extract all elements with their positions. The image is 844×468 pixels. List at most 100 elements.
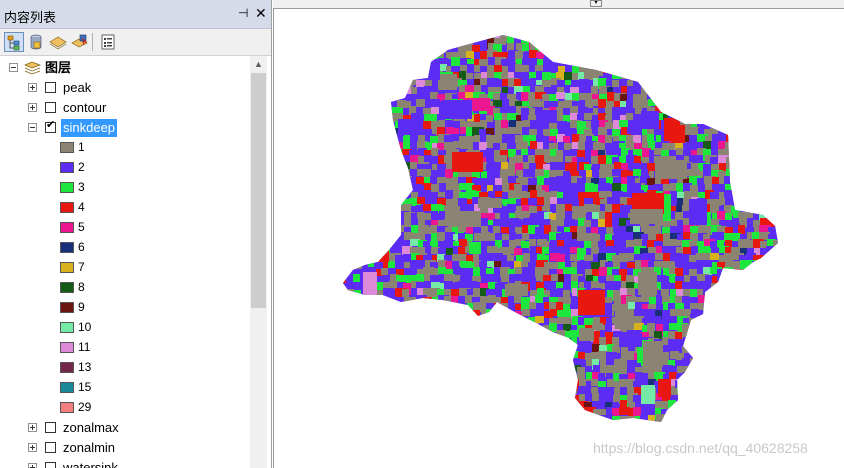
map-cell <box>376 351 386 361</box>
scroll-up-icon[interactable]: ▲ <box>250 56 267 73</box>
map-cell <box>564 72 572 81</box>
scroll-thumb[interactable] <box>251 73 266 308</box>
legend-item[interactable]: 2 <box>0 158 250 178</box>
map-cell <box>584 422 596 432</box>
list-by-visibility-button[interactable] <box>48 32 68 52</box>
legend-item[interactable]: 13 <box>0 358 250 378</box>
map-cell <box>760 317 770 325</box>
map-cell <box>368 421 378 422</box>
layer-row-zonalmax[interactable]: zonalmax <box>0 418 250 438</box>
list-by-selection-button[interactable] <box>70 32 90 52</box>
legend-label: 11 <box>78 340 91 354</box>
legend-item[interactable]: 7 <box>0 258 250 278</box>
expand-toggle-icon[interactable] <box>28 83 37 92</box>
map-cell <box>746 316 756 323</box>
map-cell <box>782 31 794 42</box>
map-cell <box>578 386 585 394</box>
map-cell <box>466 337 474 347</box>
legend-item[interactable]: 9 <box>0 298 250 318</box>
map-cell <box>343 191 352 203</box>
map-cell <box>439 423 448 430</box>
map-cell <box>768 106 777 113</box>
map-cell <box>726 36 736 47</box>
map-cell <box>502 387 514 394</box>
layer-row-peak[interactable]: peak <box>0 78 250 98</box>
map-cell <box>438 324 445 335</box>
legend-item[interactable]: 15 <box>0 378 250 398</box>
map-cell <box>388 352 400 360</box>
layer-name[interactable]: zonalmax <box>63 420 119 436</box>
map-cell <box>445 332 453 340</box>
map-cell <box>766 416 775 422</box>
layer-name[interactable]: contour <box>63 100 106 116</box>
layer-visibility-checkbox[interactable] <box>45 442 56 453</box>
expand-toggle-icon[interactable] <box>28 443 37 452</box>
legend-item[interactable]: 4 <box>0 198 250 218</box>
map-cell <box>550 421 558 422</box>
map-cell <box>430 324 440 335</box>
map-cell <box>558 401 566 412</box>
map-view[interactable]: ▾ https://blog.csdn.net/qq_40628258 <box>273 0 844 468</box>
map-cell <box>761 311 770 319</box>
map-cell <box>404 374 415 385</box>
layer-visibility-checkbox[interactable]: ✔ <box>45 120 56 133</box>
map-cell <box>347 344 355 354</box>
list-by-drawing-order-button[interactable] <box>4 32 24 52</box>
map-cell <box>697 428 706 435</box>
layer-row-sinkdeep[interactable]: ✔ sinkdeep <box>0 118 250 138</box>
collapse-toggle-icon[interactable] <box>28 123 37 132</box>
map-cell <box>486 394 493 404</box>
layer-name[interactable]: zonalmin <box>63 440 115 456</box>
layer-name[interactable]: sinkdeep <box>61 119 118 137</box>
close-icon[interactable]: ✕ <box>255 5 267 22</box>
legend-item[interactable]: 29 <box>0 398 250 418</box>
map-cell <box>746 309 758 316</box>
options-button[interactable] <box>98 32 118 52</box>
raster-map[interactable] <box>273 0 844 468</box>
vertical-scrollbar[interactable]: ▲ <box>250 56 267 468</box>
layer-row-watersink[interactable]: watersink <box>0 458 250 468</box>
map-cell <box>745 115 756 126</box>
map-cell <box>775 316 778 326</box>
legend-item[interactable]: 6 <box>0 238 250 258</box>
legend-item[interactable]: 3 <box>0 178 250 198</box>
map-cell <box>396 421 405 422</box>
map-cell <box>718 36 730 46</box>
map-cell <box>746 332 754 344</box>
layer-name[interactable]: peak <box>63 80 91 96</box>
legend-item[interactable]: 8 <box>0 278 250 298</box>
map-cell <box>782 185 789 193</box>
legend-label: 4 <box>78 200 85 214</box>
layer-visibility-checkbox[interactable] <box>45 82 56 93</box>
legend-item[interactable]: 5 <box>0 218 250 238</box>
map-cell <box>780 80 790 87</box>
map-cell <box>725 360 732 370</box>
map-cell <box>362 57 371 65</box>
map-cell <box>333 260 340 267</box>
map-cell <box>760 269 768 277</box>
map-cell <box>360 337 367 349</box>
tree-root-layers[interactable]: 图层 <box>0 58 250 78</box>
map-cell <box>761 59 771 69</box>
legend-item[interactable]: 1 <box>0 138 250 158</box>
legend-swatch <box>60 362 74 373</box>
layer-visibility-checkbox[interactable] <box>45 422 56 433</box>
expand-toggle-icon[interactable] <box>28 463 37 468</box>
layer-row-contour[interactable]: contour <box>0 98 250 118</box>
layer-name[interactable]: watersink <box>63 460 118 468</box>
map-cell <box>613 45 621 55</box>
map-cell <box>719 393 731 404</box>
legend-item[interactable]: 11 <box>0 338 250 358</box>
collapse-toggle-icon[interactable] <box>9 63 18 72</box>
map-cell <box>343 87 350 95</box>
layer-row-zonalmin[interactable]: zonalmin <box>0 438 250 458</box>
layer-visibility-checkbox[interactable] <box>45 102 56 113</box>
expand-toggle-icon[interactable] <box>28 103 37 112</box>
layer-visibility-checkbox[interactable] <box>45 462 56 468</box>
list-by-source-button[interactable] <box>26 32 46 52</box>
map-cell <box>367 372 376 382</box>
legend-item[interactable]: 10 <box>0 318 250 338</box>
expand-toggle-icon[interactable] <box>28 423 37 432</box>
map-cell <box>333 149 341 156</box>
pin-icon[interactable]: ⊣ <box>238 6 248 20</box>
